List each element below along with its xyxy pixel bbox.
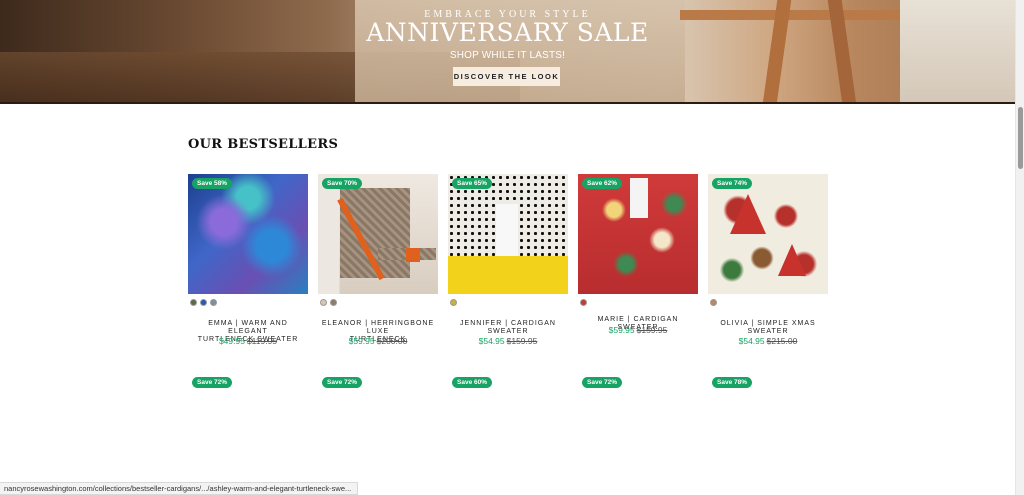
color-swatch[interactable] bbox=[200, 299, 207, 306]
color-swatch[interactable] bbox=[330, 299, 337, 306]
color-swatches bbox=[580, 299, 587, 306]
color-swatch[interactable] bbox=[450, 299, 457, 306]
product-price: $49.95 $119.95 bbox=[188, 336, 308, 346]
product-name-line: OLIVIA | SIMPLE XMAS bbox=[720, 320, 816, 327]
discover-the-look-button[interactable]: DISCOVER THE LOOK bbox=[453, 67, 560, 86]
color-swatch[interactable] bbox=[320, 299, 327, 306]
product-image[interactable] bbox=[578, 174, 698, 294]
status-bar-url: nancyrosewashington.com/collections/best… bbox=[0, 482, 359, 495]
save-badge: Save 70% bbox=[322, 178, 362, 189]
save-badge: Save 65% bbox=[452, 178, 492, 189]
product-image[interactable] bbox=[708, 174, 828, 294]
color-swatch[interactable] bbox=[710, 299, 717, 306]
scrollbar-thumb[interactable] bbox=[1018, 107, 1023, 169]
save-badge: Save 60% bbox=[452, 377, 492, 388]
product-price: $54.95 $159.95 bbox=[448, 336, 568, 346]
hero-subtitle: SHOP WHILE IT LASTS! bbox=[449, 50, 566, 61]
sale-price: $59.95 bbox=[348, 336, 375, 346]
color-swatches bbox=[450, 299, 457, 306]
compare-price: $119.95 bbox=[246, 336, 278, 346]
product-price: $59.95 $159.95 bbox=[578, 325, 698, 335]
color-swatch[interactable] bbox=[210, 299, 217, 306]
product-image[interactable] bbox=[448, 174, 568, 294]
compare-price: $159.95 bbox=[636, 325, 668, 335]
save-badge: Save 72% bbox=[192, 377, 232, 388]
product-name-line: ELEANOR | HERRINGBONE LUXE bbox=[321, 320, 435, 335]
color-swatches bbox=[710, 299, 717, 306]
compare-price: $200.00 bbox=[376, 336, 408, 346]
save-badge: Save 62% bbox=[582, 178, 622, 189]
save-badge: Save 74% bbox=[712, 178, 752, 189]
product-name-line: JENNIFER | CARDIGAN bbox=[460, 320, 556, 327]
color-swatch[interactable] bbox=[190, 299, 197, 306]
sale-price: $54.95 bbox=[478, 336, 505, 346]
sale-price: $54.95 bbox=[738, 336, 765, 346]
compare-price: $215.00 bbox=[766, 336, 798, 346]
hero-divider bbox=[0, 102, 1015, 104]
save-badge: Save 72% bbox=[582, 377, 622, 388]
product-price: $54.95 $215.00 bbox=[708, 336, 828, 346]
save-badge: Save 78% bbox=[712, 377, 752, 388]
product-name-line: EMMA | WARM AND ELEGANT bbox=[208, 320, 288, 335]
save-badge: Save 58% bbox=[192, 178, 232, 189]
page-scrollbar[interactable] bbox=[1015, 0, 1024, 495]
color-swatch[interactable] bbox=[580, 299, 587, 306]
compare-price: $159.95 bbox=[506, 336, 538, 346]
product-name[interactable]: OLIVIA | SIMPLE XMAS SWEATER bbox=[708, 320, 828, 336]
sale-price: $59.95 bbox=[608, 325, 635, 335]
product-name-line: SWEATER bbox=[747, 328, 789, 335]
hero-banner: EMBRACE YOUR STYLE ANNIVERSARY SALE SHOP… bbox=[0, 0, 1015, 104]
save-badge: Save 72% bbox=[322, 377, 362, 388]
hero-title: ANNIVERSARY SALE bbox=[366, 18, 649, 47]
product-name[interactable]: JENNIFER | CARDIGAN SWEATER bbox=[448, 320, 568, 336]
color-swatches bbox=[320, 299, 337, 306]
product-price: $59.95 $200.00 bbox=[318, 336, 438, 346]
sale-price: $49.95 bbox=[218, 336, 245, 346]
section-title: OUR BESTSELLERS bbox=[188, 137, 339, 152]
product-image[interactable] bbox=[318, 174, 438, 294]
product-name-line: SWEATER bbox=[487, 328, 529, 335]
product-image[interactable] bbox=[188, 174, 308, 294]
color-swatches bbox=[190, 299, 217, 306]
